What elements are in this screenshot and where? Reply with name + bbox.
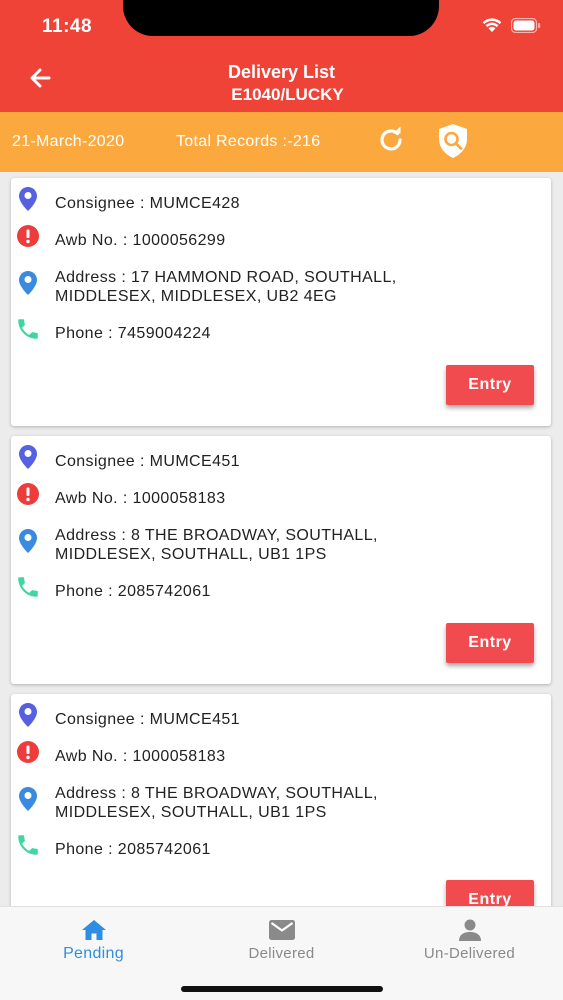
current-date: 21-March-2020 [12, 133, 125, 150]
delivery-card: Consignee : MUMCE428 Awb No. : 100005629… [11, 178, 551, 426]
entry-button[interactable]: Entry [446, 880, 534, 906]
tab-pending-label: Pending [63, 945, 124, 962]
entry-button[interactable]: Entry [446, 623, 534, 663]
home-icon [0, 919, 187, 943]
awb-text: Awb No. : 1000056299 [55, 232, 226, 249]
tab-un-delivered-label: Un-Delivered [423, 945, 516, 962]
address-line-2: MIDDLESEX, MIDDLESEX, UB2 4EG [55, 288, 337, 305]
tab-delivered-label: Delivered [248, 945, 315, 962]
location-pin-icon [15, 702, 41, 728]
info-bar: 21-March-2020 Total Records :-216 [0, 112, 563, 172]
delivery-list[interactable]: Consignee : MUMCE428 Awb No. : 100005629… [0, 172, 563, 906]
status-time: 11:48 [42, 16, 93, 37]
page-title: Delivery List [227, 62, 336, 82]
address-line-2: MIDDLESEX, SOUTHALL, UB1 1PS [55, 804, 327, 821]
tab-delivered[interactable]: Delivered [188, 907, 375, 977]
entry-button[interactable]: Entry [446, 365, 534, 405]
battery-icon [510, 17, 541, 38]
home-indicator [181, 986, 383, 992]
address-line-1: Address : 8 THE BROADWAY, SOUTHALL, [55, 527, 378, 544]
phone-icon[interactable] [15, 574, 41, 600]
consignee-text: Consignee : MUMCE428 [55, 195, 240, 212]
tab-pending[interactable]: Pending [0, 907, 187, 977]
awb-text: Awb No. : 1000058183 [55, 490, 226, 507]
shield-search-icon [436, 123, 470, 164]
consignee-text: Consignee : MUMCE451 [55, 711, 240, 728]
total-records: Total Records :-216 [176, 133, 321, 150]
alert-icon [15, 481, 41, 507]
page-subtitle: E1040/LUCKY [231, 85, 344, 104]
mail-icon [188, 919, 375, 943]
address-pin-icon [15, 786, 41, 812]
phone-text: Phone : 7459004224 [55, 325, 211, 342]
location-pin-icon [15, 186, 41, 212]
alert-icon [15, 739, 41, 765]
device-notch [123, 0, 439, 36]
status-icons [481, 17, 541, 38]
address-line-2: MIDDLESEX, SOUTHALL, UB1 1PS [55, 546, 327, 563]
delivery-card: Consignee : MUMCE451 Awb No. : 100005818… [11, 436, 551, 684]
refresh-icon [376, 125, 406, 160]
address-line-1: Address : 17 HAMMOND ROAD, SOUTHALL, [55, 269, 397, 286]
delivery-card: Consignee : MUMCE451 Awb No. : 100005818… [11, 694, 551, 906]
consignee-text: Consignee : MUMCE451 [55, 453, 240, 470]
app-header: 11:48 Delivery List E1040/LUCKY [0, 0, 563, 112]
location-pin-icon [15, 444, 41, 470]
phone-text: Phone : 2085742061 [55, 841, 211, 858]
phone-text: Phone : 2085742061 [55, 583, 211, 600]
tab-un-delivered[interactable]: Un-Delivered [376, 907, 563, 977]
person-icon [376, 919, 563, 943]
wifi-icon [481, 17, 503, 38]
phone-icon[interactable] [15, 316, 41, 342]
search-filter-button[interactable] [434, 123, 472, 164]
phone-icon[interactable] [15, 832, 41, 858]
refresh-button[interactable] [374, 125, 408, 159]
awb-text: Awb No. : 1000058183 [55, 748, 226, 765]
address-pin-icon [15, 270, 41, 296]
address-pin-icon [15, 528, 41, 554]
address-line-1: Address : 8 THE BROADWAY, SOUTHALL, [55, 785, 378, 802]
alert-icon [15, 223, 41, 249]
